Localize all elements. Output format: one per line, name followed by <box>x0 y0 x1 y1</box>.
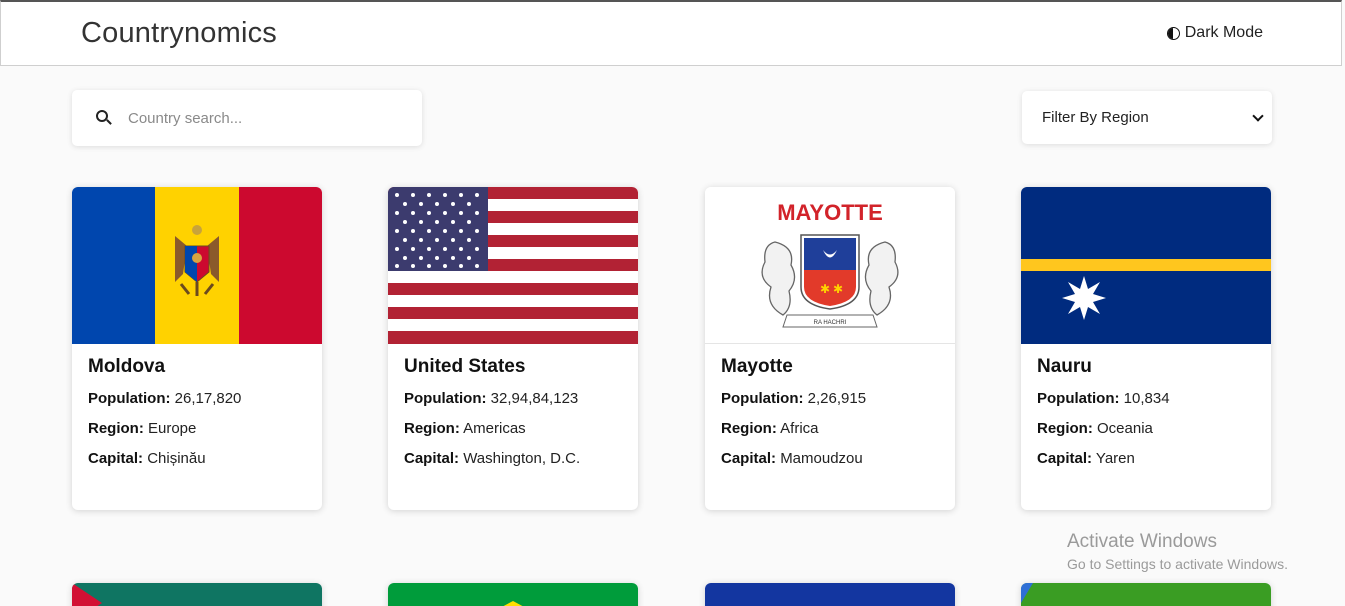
capital-row: Capital: Washington, D.C. <box>404 450 581 467</box>
dark-mode-toggle[interactable]: Dark Mode <box>1166 24 1263 42</box>
capital-row: Capital: Mamoudzou <box>721 450 863 467</box>
search-box <box>72 90 422 146</box>
search-icon <box>96 110 112 126</box>
region-row: Region: Europe <box>88 420 197 437</box>
population-row: Population: 2,26,915 <box>721 390 867 407</box>
population-row: Population: 10,834 <box>1037 390 1170 407</box>
flag-image <box>1021 583 1271 606</box>
country-card-partial[interactable] <box>388 583 638 606</box>
capital-row: Capital: Chișinău <box>88 450 206 467</box>
country-card-partial[interactable] <box>705 583 955 606</box>
country-card-partial[interactable] <box>72 583 322 606</box>
country-card-mayotte[interactable]: MAYOTTE ✱ ✱ RA HACHRI Mayotte Population… <box>705 187 955 510</box>
svg-text:✱: ✱ <box>833 282 843 296</box>
app-page: Countrynomics Dark Mode Filter By Region <box>0 0 1345 606</box>
region-filter-label: Filter By Region <box>1042 109 1149 126</box>
country-card-nauru[interactable]: Nauru Population: 10,834 Region: Oceania… <box>1021 187 1271 510</box>
half-moon-icon <box>1166 26 1180 40</box>
svg-text:RA HACHRI: RA HACHRI <box>814 320 847 326</box>
population-row: Population: 32,94,84,123 <box>404 390 579 407</box>
app-title[interactable]: Countrynomics <box>81 17 277 50</box>
watermark-subtitle: Go to Settings to activate Windows. <box>1067 556 1288 572</box>
region-row: Region: Africa <box>721 420 819 437</box>
capital-row: Capital: Yaren <box>1037 450 1135 467</box>
app-header: Countrynomics Dark Mode <box>0 0 1342 66</box>
country-card-partial[interactable] <box>1021 583 1271 606</box>
flag-image <box>705 583 955 606</box>
country-card-moldova[interactable]: Moldova Population: 26,17,820 Region: Eu… <box>72 187 322 510</box>
chevron-down-icon <box>1252 109 1264 122</box>
activate-windows-watermark: Activate Windows Go to Settings to activ… <box>1067 531 1288 572</box>
country-name: Mayotte <box>721 356 793 377</box>
country-card-united-states[interactable]: United States Population: 32,94,84,123 R… <box>388 187 638 510</box>
moldova-flag <box>72 187 322 344</box>
nauru-flag <box>1021 187 1271 344</box>
region-row: Region: Americas <box>404 420 526 437</box>
country-name: United States <box>404 356 526 377</box>
svg-text:MAYOTTE: MAYOTTE <box>777 200 883 225</box>
region-filter-select[interactable]: Filter By Region <box>1022 91 1272 144</box>
population-row: Population: 26,17,820 <box>88 390 242 407</box>
watermark-title: Activate Windows <box>1067 531 1217 552</box>
search-input[interactable] <box>128 109 408 127</box>
svg-text:✱: ✱ <box>820 282 830 296</box>
flag-image <box>72 583 322 606</box>
mayotte-flag: MAYOTTE ✱ ✱ RA HACHRI <box>705 187 955 344</box>
dark-mode-label: Dark Mode <box>1184 24 1263 41</box>
country-name: Nauru <box>1037 356 1092 377</box>
united-states-flag <box>388 187 638 344</box>
country-name: Moldova <box>88 356 166 377</box>
region-row: Region: Oceania <box>1037 420 1153 437</box>
flag-image <box>388 583 638 606</box>
